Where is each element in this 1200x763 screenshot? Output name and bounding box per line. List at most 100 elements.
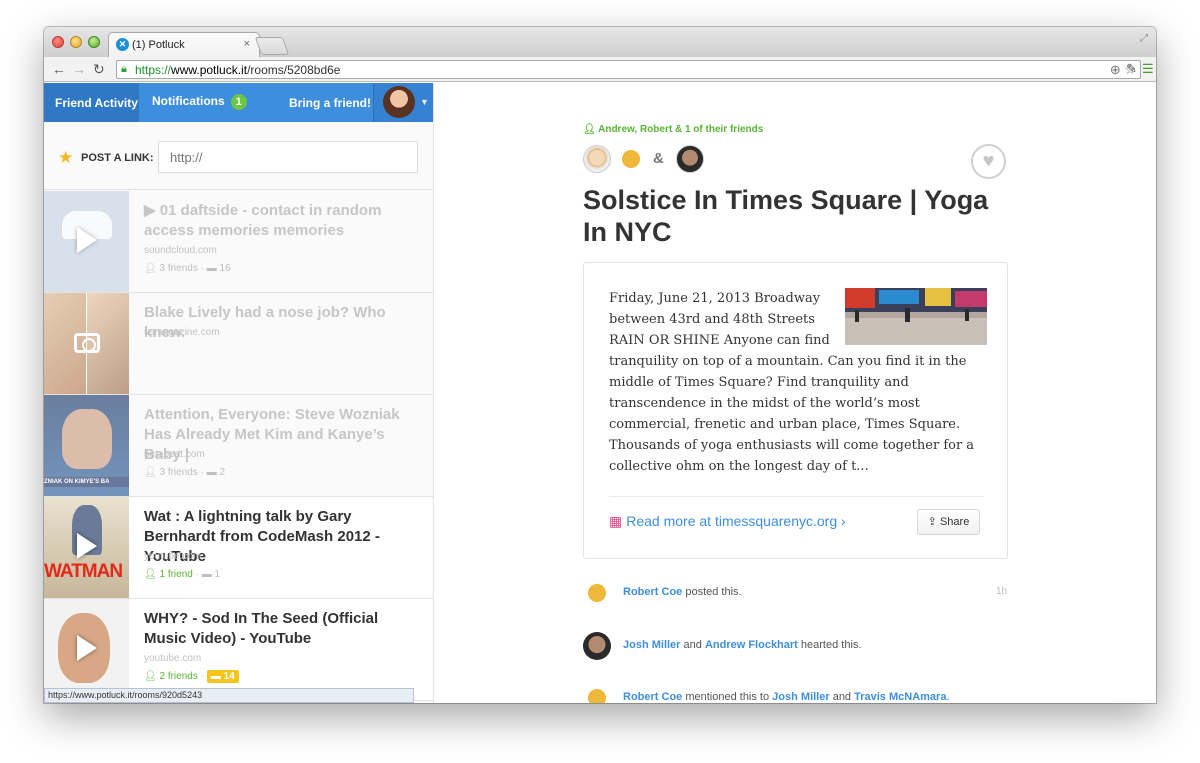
feed-item-source: usmagazine.com	[144, 327, 220, 338]
feed-item-title[interactable]: WHY? - Sod In The Seed (Official Music V…	[144, 609, 424, 649]
feed-item[interactable]: WATMAN Wat : A lightning talk by Gary Be…	[44, 497, 433, 599]
video-thumbnail	[44, 599, 129, 700]
link-excerpt: Friday, June 21, 2013 Broadway between 4…	[609, 288, 987, 477]
feed-item-comments: 14	[223, 671, 235, 682]
address-bar[interactable]: 🔒︎ https://www.potluck.it/rooms/5208bd6e…	[116, 60, 1141, 79]
user-link[interactable]: Andrew Flockhart	[705, 639, 798, 651]
feed-item-meta: 👤︎ 2 friends · ▬ 14	[144, 670, 239, 683]
heart-icon: ♥	[982, 150, 995, 172]
excerpt-image	[845, 288, 987, 345]
potluck-favicon-icon: ✕	[116, 38, 129, 51]
friends-context-label: Andrew, Robert & 1 of their friends	[598, 124, 764, 135]
zoom-window-button[interactable]	[88, 36, 100, 48]
feed-item-meta: 👤︎ 3 friends · ▬ 16	[144, 263, 231, 274]
feed-item-meta: 👤︎ 1 friend · ▬ 1	[144, 569, 221, 580]
ampersand: &	[653, 150, 664, 167]
feed-item-source: youtube.com	[144, 653, 202, 664]
soundcloud-thumbnail	[44, 191, 129, 292]
tab-title: (1) Potluck	[132, 39, 185, 51]
reload-icon[interactable]: ↻	[93, 61, 105, 77]
nav-friend-activity[interactable]: Friend Activity	[55, 96, 138, 110]
play-icon	[77, 533, 97, 559]
sidebar: Friend Activity Notifications 1 Bring a f…	[44, 83, 434, 703]
avatar[interactable]	[583, 684, 611, 703]
activity-verb: .	[946, 691, 950, 703]
feed-item-comments: 2	[219, 467, 226, 478]
activity-verb: posted this.	[682, 586, 742, 598]
feed-item-friends: 3 friends	[159, 467, 198, 478]
post-link-bar: ★ POST A LINK:	[44, 122, 433, 190]
address-url: https://www.potluck.it/rooms/5208bd6e	[135, 63, 341, 77]
feed-item-friends: 1 friend	[159, 569, 193, 580]
user-menu-button[interactable]: ▼	[373, 83, 433, 122]
feed-item[interactable]: ZNIAK ON KIMYE'S BA Attention, Everyone:…	[44, 395, 433, 497]
nav-bring-friend[interactable]: Bring a friend!	[289, 96, 371, 110]
main-content: 👤︎ Andrew, Robert & 1 of their friends &…	[434, 83, 1156, 703]
feed-item-friends: 2 friends	[159, 671, 198, 682]
heart-button[interactable]: ♥	[971, 144, 1006, 179]
back-arrow-icon[interactable]: ←	[52, 61, 66, 77]
comment-icon: ▬	[206, 467, 220, 478]
photo-thumbnail	[44, 293, 129, 394]
activity-text: Robert Coe mentioned this to Josh Miller…	[623, 691, 950, 703]
top-nav: Friend Activity Notifications 1 Bring a f…	[44, 83, 433, 122]
read-more-link[interactable]: ▦ Read more at timessquarenyc.org ›	[609, 513, 846, 530]
feed-item-comments: 1	[214, 569, 221, 580]
avatar[interactable]	[583, 145, 611, 173]
comment-icon: ▬	[201, 569, 215, 580]
avatar[interactable]	[583, 579, 611, 607]
feed-item[interactable]: Blake Lively had a nose job? Who knew. u…	[44, 293, 433, 395]
feed-item-source: youtube.com	[144, 551, 202, 562]
feed-item-source: betabeat.com	[144, 449, 205, 460]
user-link[interactable]: Robert Coe	[623, 586, 682, 598]
new-tab-button[interactable]	[254, 37, 290, 55]
friends-icon: 👤︎	[144, 569, 160, 580]
share-icon: ⇪	[927, 516, 940, 528]
chevron-down-icon: ▼	[420, 97, 429, 107]
forward-arrow-icon[interactable]: →	[72, 61, 86, 77]
avatar[interactable]	[583, 632, 611, 660]
extension-icon[interactable]: ☰	[1142, 61, 1154, 77]
close-window-button[interactable]	[52, 36, 64, 48]
browser-tab[interactable]: ✕ (1) Potluck ×	[108, 32, 260, 57]
lock-icon: 🔒︎	[121, 63, 127, 75]
friends-context: 👤︎ Andrew, Robert & 1 of their friends	[583, 124, 763, 135]
feed-item-meta: 👤︎ 3 friends · ▬ 2	[144, 467, 226, 478]
user-link[interactable]: Robert Coe	[623, 691, 682, 703]
share-label: Share	[939, 516, 970, 528]
avatar[interactable]	[617, 145, 645, 173]
minimize-window-button[interactable]	[70, 36, 82, 48]
avatar	[383, 86, 415, 118]
wrench-icon[interactable]: ✎	[1126, 61, 1137, 77]
user-link[interactable]: Travis McNAmara	[854, 691, 946, 703]
comment-icon: ▬	[206, 263, 220, 274]
tab-close-icon[interactable]: ×	[244, 38, 250, 50]
browser-toolbar: ← → ↻ 🔒︎ https://www.potluck.it/rooms/52…	[44, 57, 1156, 82]
comment-count-badge: ▬ 14	[206, 670, 239, 683]
read-more-label: Read more at timessquarenyc.org	[626, 513, 838, 529]
feed-item-title[interactable]: ▶ 01 daftside - contact in random access…	[144, 201, 424, 241]
activity-text: Robert Coe posted this.	[623, 586, 742, 598]
share-button[interactable]: ⇪ Share	[917, 509, 980, 535]
friends-icon: 👤︎	[144, 671, 160, 682]
activity-text: Josh Miller and Andrew Flockhart hearted…	[623, 639, 861, 651]
fullscreen-icon[interactable]: ⤢	[1140, 33, 1148, 44]
tab-strip: ✕ (1) Potluck × ⤢	[44, 27, 1156, 57]
user-link[interactable]: Josh Miller	[623, 639, 680, 651]
user-link[interactable]: Josh Miller	[772, 691, 829, 703]
nav-notifications[interactable]: Notifications 1	[152, 94, 247, 110]
feed-item[interactable]: ▶ 01 daftside - contact in random access…	[44, 191, 433, 293]
feed-item[interactable]: WHY? - Sod In The Seed (Official Music V…	[44, 599, 433, 701]
potluck-app: Friend Activity Notifications 1 Bring a f…	[44, 83, 1156, 703]
friends-icon: 👤︎	[144, 467, 160, 478]
thumbnail-fade	[44, 395, 129, 496]
browser-window: ✕ (1) Potluck × ⤢ ← → ↻ 🔒︎ https://www.p…	[44, 27, 1156, 703]
activity-verb: hearted this.	[797, 639, 862, 651]
avatar[interactable]	[676, 145, 704, 173]
card-divider	[609, 496, 984, 497]
chevron-right-icon: ›	[841, 513, 846, 529]
page-title: Solstice In Times Square | Yoga In NYC	[583, 185, 989, 247]
play-icon	[77, 635, 97, 661]
post-link-input[interactable]	[158, 141, 418, 173]
activity-timestamp: 1h	[996, 586, 1008, 597]
